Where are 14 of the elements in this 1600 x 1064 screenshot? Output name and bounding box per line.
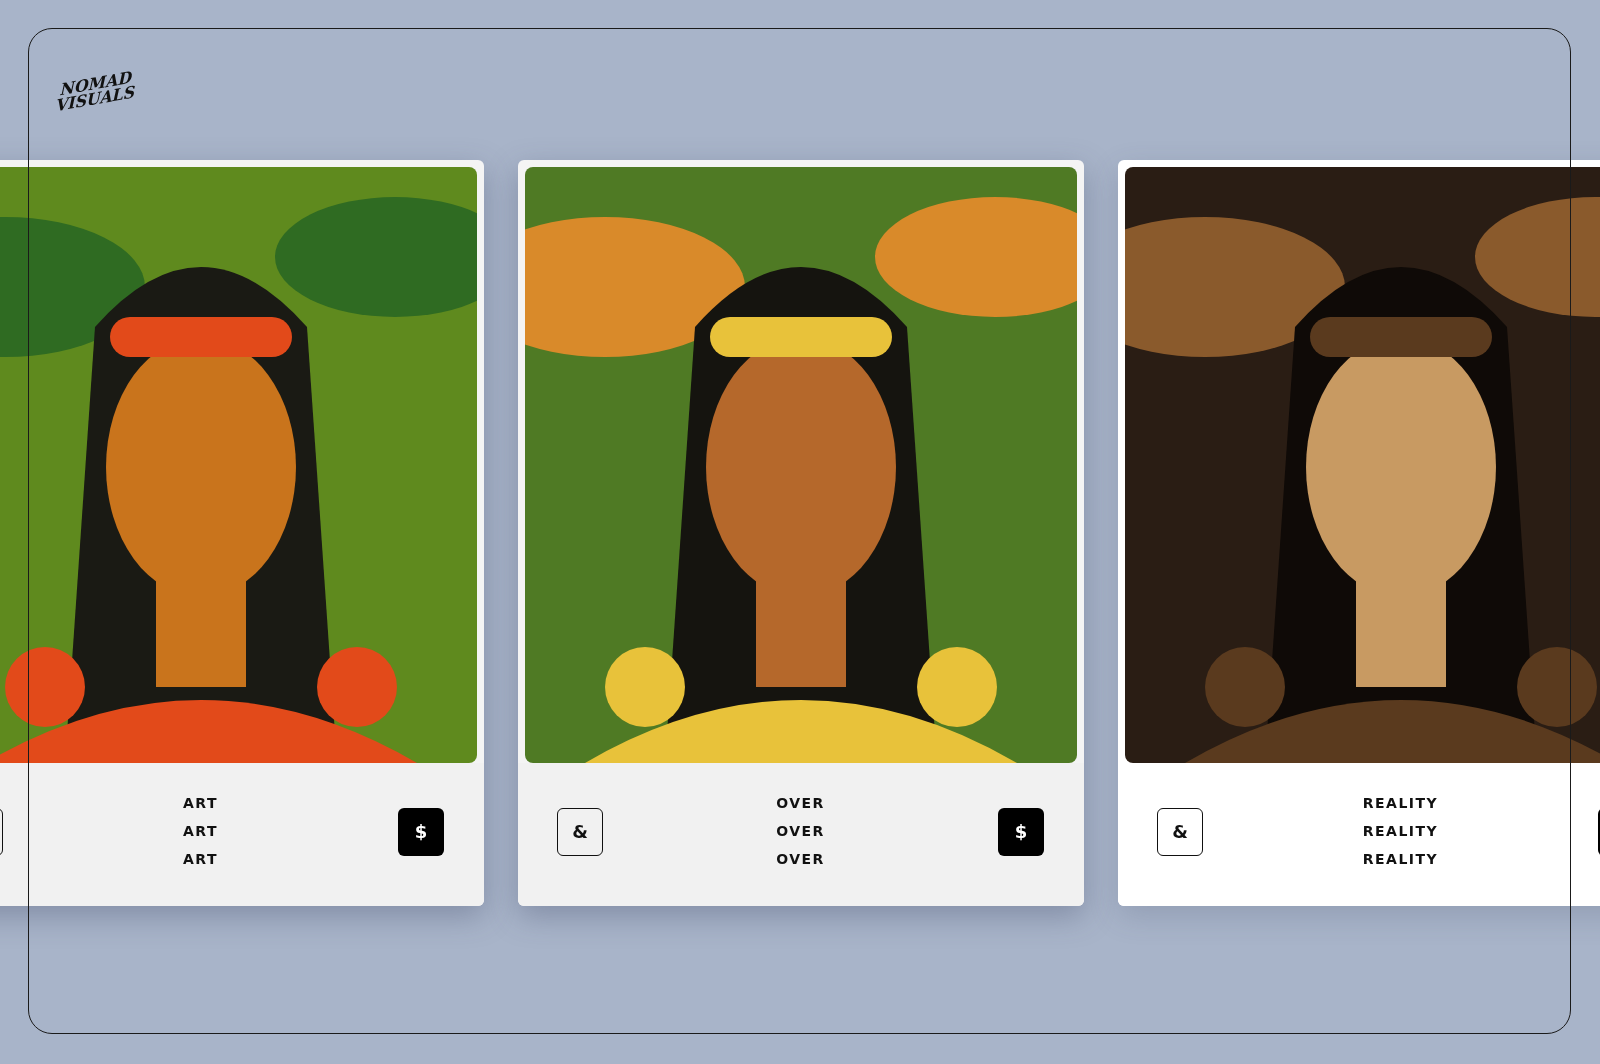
logo: NOMAD VISUALS [56, 68, 137, 114]
caption-text: REALITY [1362, 794, 1439, 813]
caption-text: OVER [776, 794, 825, 813]
ampersand-button[interactable]: & [557, 807, 603, 856]
caption-text: OVER [776, 850, 825, 869]
caption-text: ART [182, 794, 218, 813]
caption-text: ART [182, 850, 218, 869]
caption-text: OVER [776, 822, 825, 841]
caption-text: REALITY [1362, 822, 1439, 841]
caption-text: ART [182, 822, 218, 841]
caption-text: REALITY [1362, 850, 1439, 869]
price-button[interactable]: $ [998, 807, 1044, 856]
price-button[interactable]: $ [398, 807, 444, 856]
ampersand-button[interactable]: & [1157, 807, 1203, 856]
